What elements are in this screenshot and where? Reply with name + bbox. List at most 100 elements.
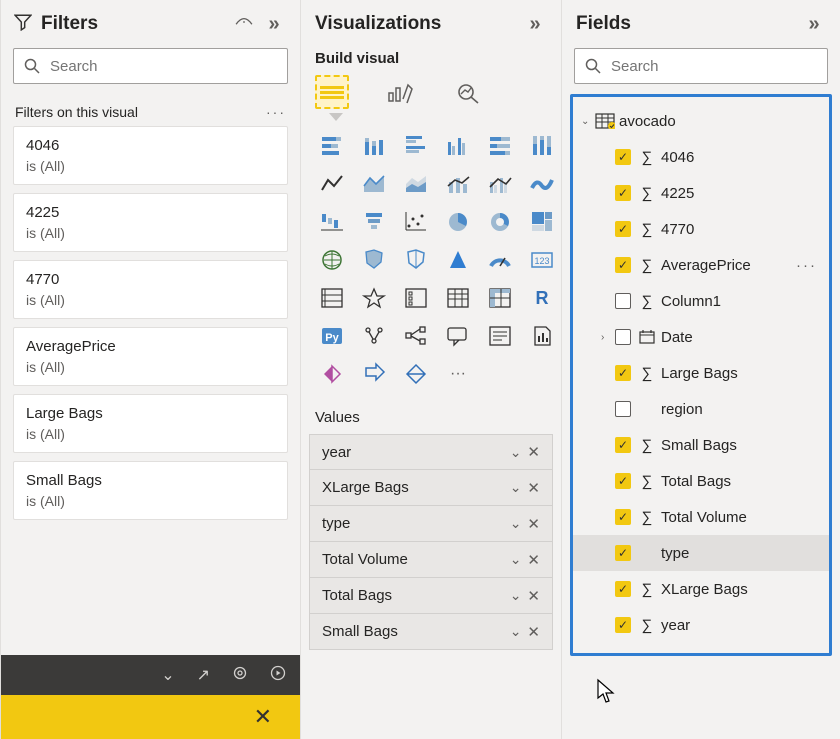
field-row[interactable]: ✓∑4770	[573, 211, 829, 247]
remove-field-icon[interactable]: ✕	[527, 479, 540, 497]
chevron-down-icon[interactable]: ⌄	[510, 515, 522, 532]
close-icon[interactable]: ✕	[254, 704, 272, 730]
viz-type-pie[interactable]	[441, 207, 475, 237]
value-field-row[interactable]: XLarge Bags ⌄ ✕	[309, 470, 553, 506]
viz-type-key-influencers[interactable]	[357, 321, 391, 351]
gear-icon[interactable]	[232, 665, 248, 686]
viz-type-filled-map[interactable]	[357, 245, 391, 275]
field-checkbox[interactable]	[615, 293, 631, 309]
collapse-pane-icon[interactable]: »	[262, 13, 286, 36]
chevron-down-icon[interactable]: ⌄	[510, 479, 522, 496]
analytics-tab[interactable]	[451, 75, 485, 109]
field-checkbox[interactable]: ✓	[615, 221, 631, 237]
field-row[interactable]: ✓∑year	[573, 607, 829, 643]
filter-card[interactable]: AveragePrice is (All)	[13, 327, 288, 386]
field-checkbox[interactable]: ✓	[615, 437, 631, 453]
viz-type-power-automate[interactable]	[357, 359, 391, 389]
field-row[interactable]: region	[573, 391, 829, 427]
field-row[interactable]: ∑Column1	[573, 283, 829, 319]
filters-section-more-icon[interactable]: ···	[266, 104, 286, 120]
field-checkbox[interactable]	[615, 329, 631, 345]
format-visual-tab[interactable]	[383, 75, 417, 109]
viz-type-gauge[interactable]	[483, 245, 517, 275]
field-checkbox[interactable]: ✓	[615, 149, 631, 165]
viz-type-more[interactable]: ···	[441, 359, 475, 389]
chevron-down-icon[interactable]: ⌄	[161, 665, 174, 685]
field-checkbox[interactable]: ✓	[615, 617, 631, 633]
field-row[interactable]: ✓∑4046	[573, 139, 829, 175]
viz-type-r-visual[interactable]: R	[525, 283, 559, 313]
viz-type-stacked-column[interactable]	[357, 131, 391, 161]
viz-type-decomposition-tree[interactable]	[399, 321, 433, 351]
viz-type-100-stacked-bar[interactable]	[483, 131, 517, 161]
viz-type-clustered-bar[interactable]	[399, 131, 433, 161]
viz-type-multi-row-card[interactable]	[315, 283, 349, 313]
field-row[interactable]: ›Date	[573, 319, 829, 355]
value-field-row[interactable]: Total Volume ⌄ ✕	[309, 542, 553, 578]
remove-field-icon[interactable]: ✕	[527, 623, 540, 641]
chevron-down-icon[interactable]: ⌄	[510, 444, 522, 461]
field-row[interactable]: ✓∑Large Bags	[573, 355, 829, 391]
viz-type-scatter[interactable]	[399, 207, 433, 237]
viz-type-get-more-visuals[interactable]	[399, 359, 433, 389]
field-row[interactable]: ✓∑4225	[573, 175, 829, 211]
eye-icon[interactable]	[232, 15, 256, 33]
viz-type-line-clustered-column[interactable]	[483, 169, 517, 199]
viz-type-power-apps[interactable]	[315, 359, 349, 389]
viz-type-smart-narrative[interactable]	[483, 321, 517, 351]
viz-type-slicer[interactable]	[399, 283, 433, 313]
open-external-icon[interactable]: ↗	[197, 665, 210, 685]
play-icon[interactable]	[270, 665, 286, 686]
remove-field-icon[interactable]: ✕	[527, 587, 540, 605]
table-node-avocado[interactable]: ⌄ avocado	[573, 103, 829, 139]
viz-type-qna[interactable]	[441, 321, 475, 351]
fields-search-input[interactable]	[609, 57, 817, 76]
viz-type-matrix[interactable]	[483, 283, 517, 313]
viz-type-line[interactable]	[315, 169, 349, 199]
viz-type-treemap[interactable]	[525, 207, 559, 237]
filter-card[interactable]: 4770 is (All)	[13, 260, 288, 319]
field-checkbox[interactable]: ✓	[615, 581, 631, 597]
value-field-row[interactable]: Total Bags ⌄ ✕	[309, 578, 553, 614]
build-visual-tab[interactable]	[315, 75, 349, 109]
viz-type-donut[interactable]	[483, 207, 517, 237]
filters-search-input[interactable]	[48, 57, 277, 76]
remove-field-icon[interactable]: ✕	[527, 443, 540, 461]
expand-icon[interactable]: ›	[601, 332, 615, 343]
chevron-down-icon[interactable]: ⌄	[510, 587, 522, 604]
field-checkbox[interactable]: ✓	[615, 365, 631, 381]
filters-search[interactable]	[13, 48, 288, 84]
viz-type-ribbon[interactable]	[525, 169, 559, 199]
viz-type-clustered-column[interactable]	[441, 131, 475, 161]
chevron-down-icon[interactable]: ⌄	[510, 551, 522, 568]
viz-type-100-stacked-column[interactable]	[525, 131, 559, 161]
viz-type-paginated-report[interactable]	[525, 321, 559, 351]
field-row[interactable]: ✓∑Total Bags	[573, 463, 829, 499]
value-field-row[interactable]: Small Bags ⌄ ✕	[309, 614, 553, 650]
viz-type-waterfall[interactable]	[315, 207, 349, 237]
viz-type-area[interactable]	[357, 169, 391, 199]
field-row[interactable]: ✓∑Total Volume	[573, 499, 829, 535]
viz-type-shape-map[interactable]	[399, 245, 433, 275]
collapse-pane-icon[interactable]: »	[523, 13, 547, 36]
field-more-icon[interactable]: ···	[796, 257, 821, 274]
field-checkbox[interactable]	[615, 401, 631, 417]
filter-card[interactable]: Small Bags is (All)	[13, 461, 288, 520]
viz-type-map[interactable]	[315, 245, 349, 275]
filter-card[interactable]: 4046 is (All)	[13, 126, 288, 185]
value-field-row[interactable]: type ⌄ ✕	[309, 506, 553, 542]
viz-type-table[interactable]	[441, 283, 475, 313]
field-checkbox[interactable]: ✓	[615, 185, 631, 201]
filter-card[interactable]: 4225 is (All)	[13, 193, 288, 252]
viz-type-kpi[interactable]	[357, 283, 391, 313]
viz-type-funnel[interactable]	[357, 207, 391, 237]
chevron-down-icon[interactable]: ⌄	[510, 623, 522, 640]
filter-card[interactable]: Large Bags is (All)	[13, 394, 288, 453]
field-row[interactable]: ✓∑AveragePrice···	[573, 247, 829, 283]
field-checkbox[interactable]: ✓	[615, 257, 631, 273]
field-row[interactable]: ✓type	[573, 535, 829, 571]
field-row[interactable]: ✓∑XLarge Bags	[573, 571, 829, 607]
expand-icon[interactable]: ⌄	[581, 116, 595, 127]
remove-field-icon[interactable]: ✕	[527, 515, 540, 533]
remove-field-icon[interactable]: ✕	[527, 551, 540, 569]
